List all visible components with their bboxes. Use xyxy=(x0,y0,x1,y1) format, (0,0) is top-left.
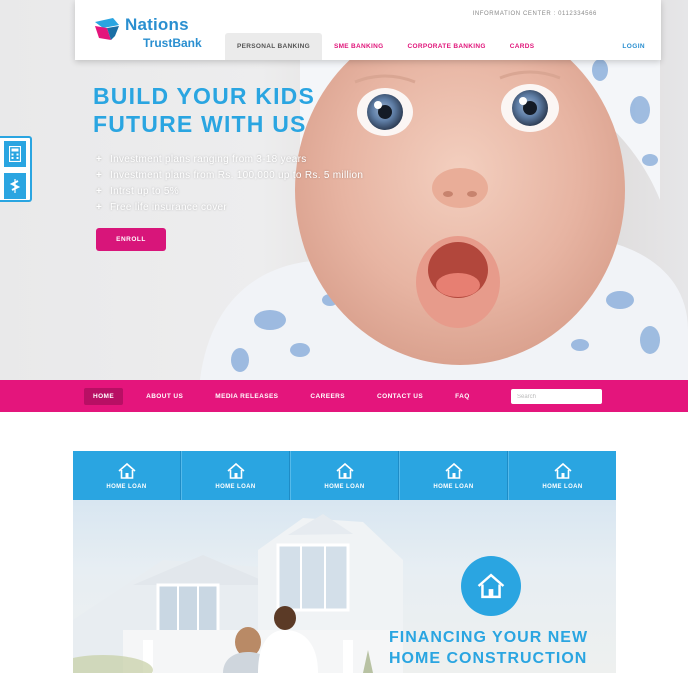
house-icon xyxy=(335,462,354,479)
topnav-cards[interactable]: CARDS xyxy=(498,33,547,60)
tab-home-loan[interactable]: HOME LOAN xyxy=(508,451,616,500)
house-icon xyxy=(226,462,245,479)
home-construction-banner: FINANCING YOUR NEW HOME CONSTRUCTION xyxy=(73,500,616,673)
top-navigation: PERSONAL BANKING SME BANKING CORPORATE B… xyxy=(225,33,546,60)
site-header: Nations TrustBank INFORMATION CENTER : 0… xyxy=(75,0,661,60)
feature-text: Investment plans ranging from 3-18 years xyxy=(110,154,307,165)
logo-mark-icon xyxy=(95,18,119,40)
banner-title-line1: FINANCING YOUR NEW xyxy=(389,629,589,646)
information-center-phone: INFORMATION CENTER : 0112334566 xyxy=(472,11,597,17)
tab-label: HOME LOAN xyxy=(106,483,147,490)
plus-icon: + xyxy=(96,186,103,197)
list-item: + Investment plans ranging from 3-18 year… xyxy=(96,152,363,168)
nav-media-releases[interactable]: MEDIA RELEASES xyxy=(206,388,287,405)
tab-home-loan[interactable]: HOME LOAN xyxy=(181,451,290,500)
logo-name-line1: Nations xyxy=(125,15,189,34)
banner-house-badge xyxy=(461,556,521,616)
tab-home-loan[interactable]: HOME LOAN xyxy=(73,451,181,500)
hero-banner: Nations TrustBank INFORMATION CENTER : 0… xyxy=(0,0,688,380)
plus-icon: + xyxy=(96,202,103,213)
house-icon xyxy=(117,462,136,479)
feature-text: Investment plans from Rs. 100,000 up to … xyxy=(110,170,364,181)
nav-faq[interactable]: FAQ xyxy=(446,388,479,405)
logo[interactable]: Nations TrustBank xyxy=(93,14,223,54)
list-item: + Free life insurance cover xyxy=(96,200,363,216)
tab-home-loan[interactable]: HOME LOAN xyxy=(290,451,399,500)
hero-feature-list: + Investment plans ranging from 3-18 year… xyxy=(96,152,363,216)
list-item: + Investment plans from Rs. 100,000 up to… xyxy=(96,168,363,184)
login-link[interactable]: LOGIN xyxy=(622,43,645,50)
tab-label: HOME LOAN xyxy=(433,483,474,490)
topnav-corporate-banking[interactable]: CORPORATE BANKING xyxy=(395,33,497,60)
feature-text: Intrst up to 5% xyxy=(110,186,179,197)
tab-home-loan[interactable]: HOME LOAN xyxy=(399,451,508,500)
hero-headline-line1: BUILD YOUR KIDS xyxy=(93,83,316,109)
house-icon xyxy=(477,573,505,599)
house-icon xyxy=(444,462,463,479)
topnav-sme-banking[interactable]: SME BANKING xyxy=(322,33,396,60)
calculator-button[interactable] xyxy=(4,141,26,167)
currency-icon xyxy=(9,179,21,193)
search-input[interactable] xyxy=(511,389,602,404)
enroll-button[interactable]: ENROLL xyxy=(96,228,166,251)
tab-label: HOME LOAN xyxy=(324,483,365,490)
banner-title: FINANCING YOUR NEW HOME CONSTRUCTION xyxy=(389,627,588,669)
list-item: + Intrst up to 5% xyxy=(96,184,363,200)
feature-text: Free life insurance cover xyxy=(110,202,227,213)
logo-name-line2: TrustBank xyxy=(143,36,202,50)
plus-icon: + xyxy=(96,170,103,181)
nav-careers[interactable]: CAREERS xyxy=(301,388,354,405)
hero-headline: BUILD YOUR KIDS FUTURE WITH US xyxy=(93,82,315,138)
banner-title-line2: HOME CONSTRUCTION xyxy=(389,650,588,667)
plus-icon: + xyxy=(96,154,103,165)
currency-button[interactable] xyxy=(4,173,26,199)
nav-about-us[interactable]: ABOUT US xyxy=(137,388,192,405)
nav-home[interactable]: HOME xyxy=(84,388,124,405)
side-quick-tools xyxy=(0,136,32,202)
main-navigation: HOME ABOUT US MEDIA RELEASES CAREERS CON… xyxy=(84,388,493,405)
tab-label: HOME LOAN xyxy=(215,483,256,490)
topnav-personal-banking[interactable]: PERSONAL BANKING xyxy=(225,33,322,60)
calculator-icon xyxy=(9,146,21,162)
loan-tabs: HOME LOAN HOME LOAN HOME LOAN HOME LOAN … xyxy=(73,451,616,500)
house-icon xyxy=(553,462,572,479)
tab-label: HOME LOAN xyxy=(542,483,583,490)
nav-contact-us[interactable]: CONTACT US xyxy=(368,388,432,405)
hero-headline-line2: FUTURE WITH US xyxy=(93,111,307,137)
